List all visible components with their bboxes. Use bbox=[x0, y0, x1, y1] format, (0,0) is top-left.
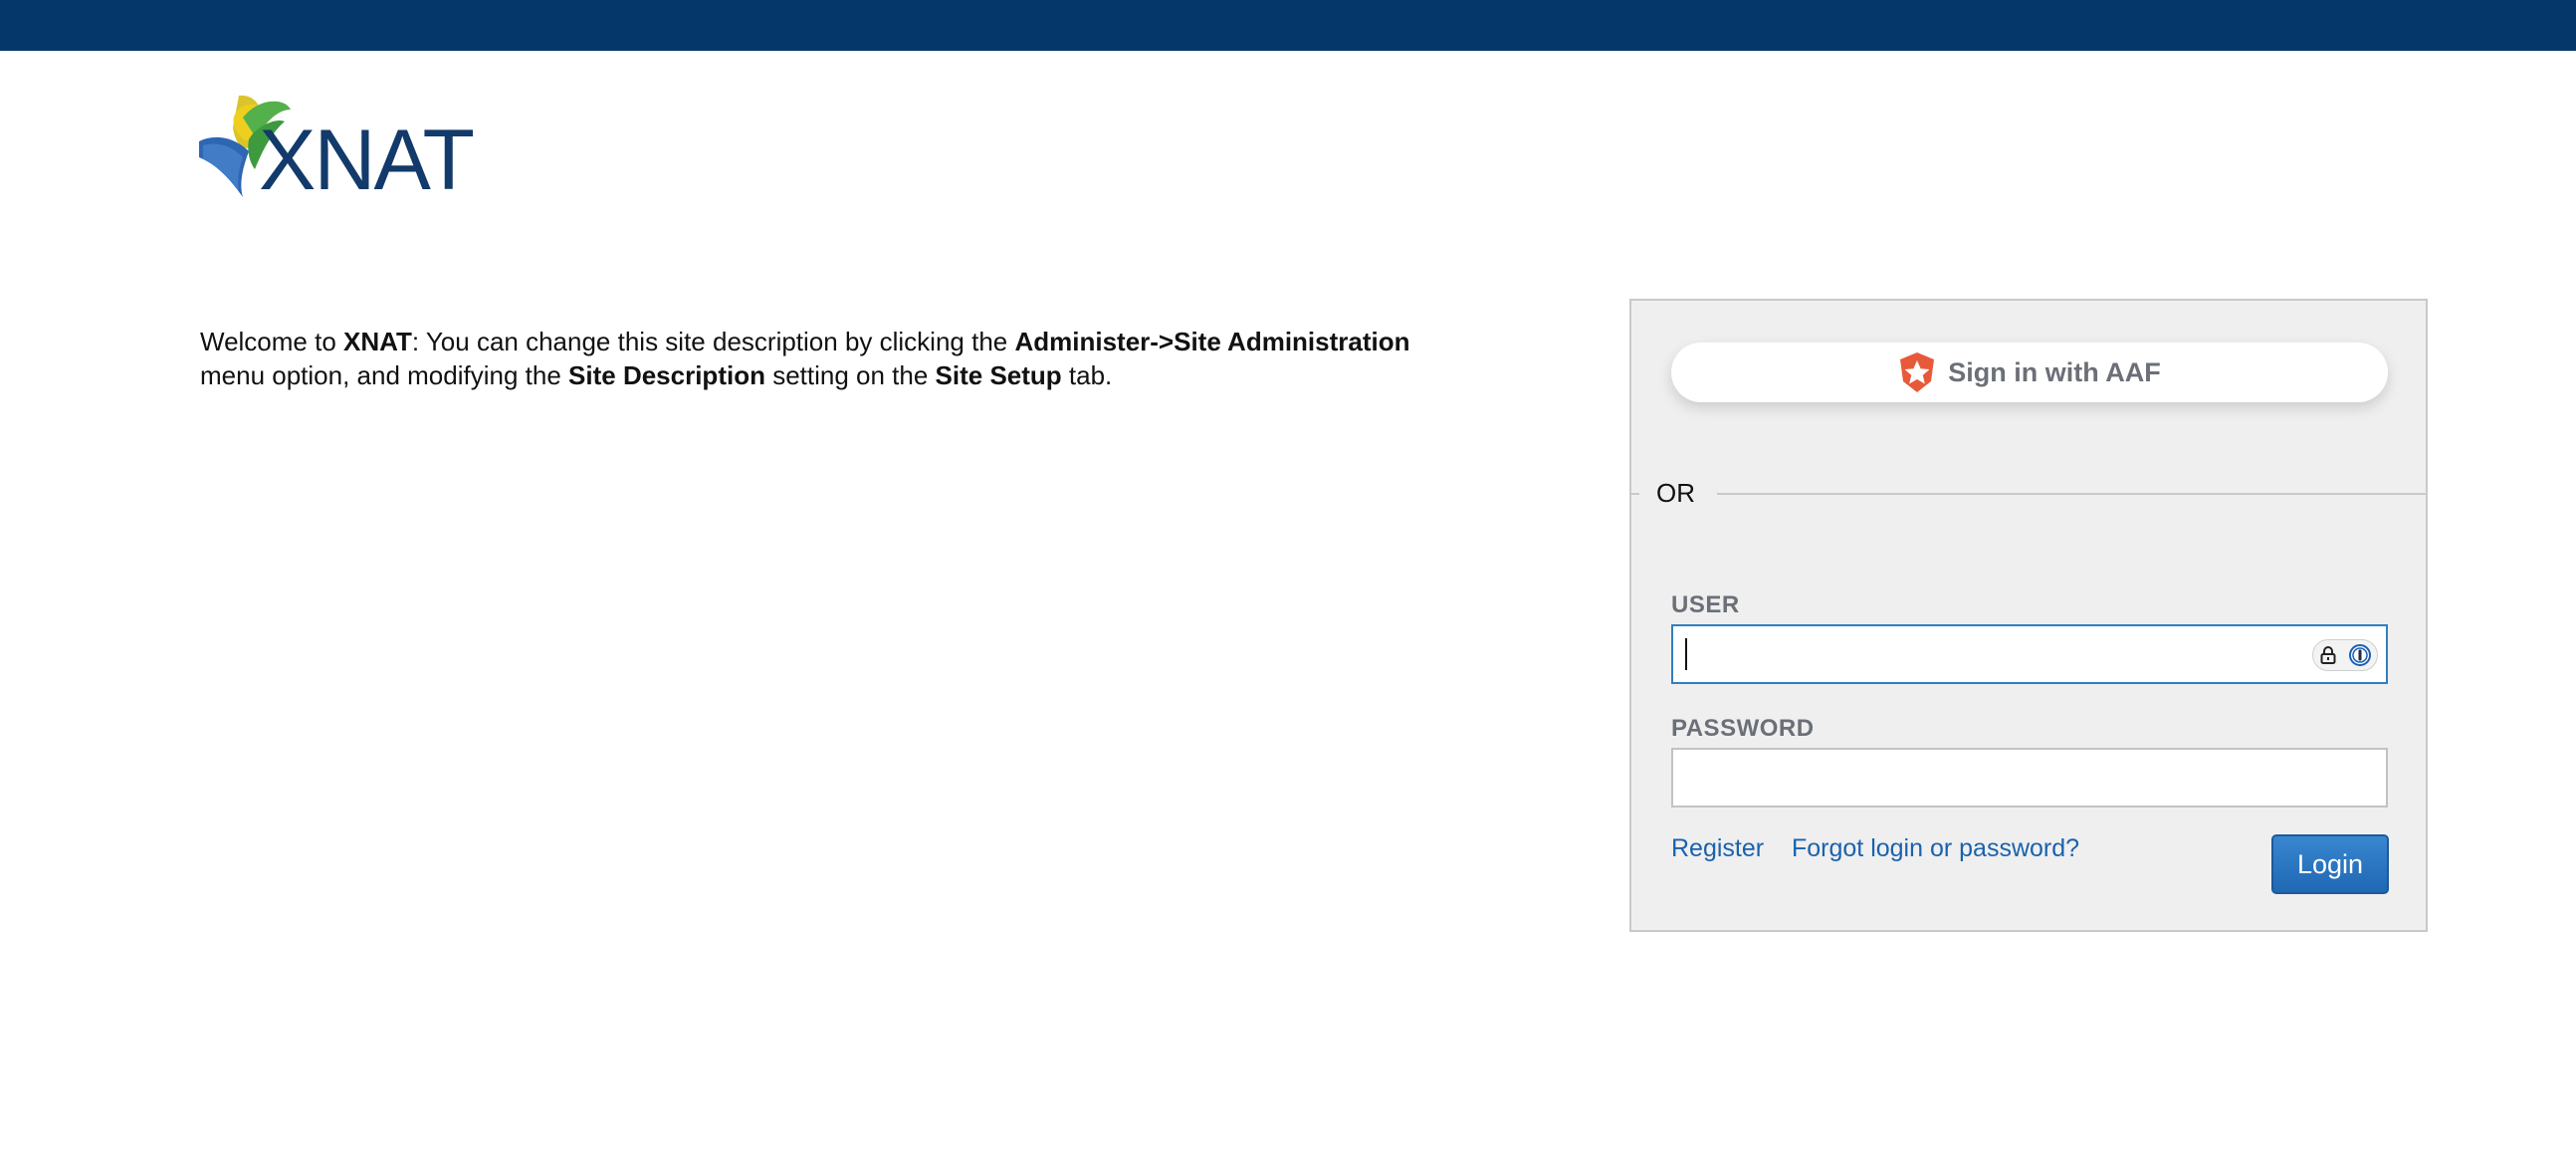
welcome-app-name: XNAT bbox=[343, 327, 412, 356]
text-cursor bbox=[1685, 638, 1687, 670]
welcome-menu-path: Administer->Site Administration bbox=[1014, 327, 1410, 356]
divider-line-left bbox=[1631, 493, 1639, 495]
welcome-text-4: setting on the bbox=[764, 360, 936, 390]
password-input[interactable] bbox=[1671, 748, 2388, 808]
welcome-text-3: menu option, and modifying the bbox=[200, 360, 569, 390]
divider-line-right bbox=[1717, 493, 2426, 495]
password-manager-button[interactable] bbox=[2312, 639, 2378, 671]
sign-in-with-aaf-button[interactable]: Sign in with AAF bbox=[1671, 343, 2388, 402]
user-label: USER bbox=[1671, 591, 1740, 618]
welcome-text-1: Welcome to bbox=[200, 327, 344, 356]
xnat-logo-text: XNAT bbox=[259, 113, 473, 199]
welcome-text-5: tab. bbox=[1061, 360, 1113, 390]
welcome-text-2: : You can change this site description b… bbox=[411, 327, 1015, 356]
password-label: PASSWORD bbox=[1671, 715, 1815, 742]
aaf-button-label: Sign in with AAF bbox=[1948, 356, 2161, 387]
welcome-setting-name: Site Description bbox=[568, 360, 765, 390]
login-panel: Sign in with AAF OR USER PASSWORD Regist… bbox=[1629, 299, 2428, 932]
top-banner bbox=[0, 0, 2576, 51]
aaf-star-shield-icon bbox=[1900, 352, 1935, 392]
xnat-logo[interactable]: XNAT bbox=[199, 88, 478, 199]
login-button[interactable]: Login bbox=[2271, 834, 2389, 894]
lock-icon bbox=[2320, 646, 2336, 664]
site-description: Welcome to XNAT: You can change this sit… bbox=[200, 325, 1494, 392]
register-link[interactable]: Register bbox=[1671, 834, 1764, 863]
1password-icon bbox=[2349, 644, 2371, 666]
or-label: OR bbox=[1656, 478, 1695, 508]
welcome-tab-name: Site Setup bbox=[935, 360, 1062, 390]
username-input[interactable] bbox=[1671, 624, 2388, 684]
or-divider: OR bbox=[1631, 476, 2426, 510]
forgot-password-link[interactable]: Forgot login or password? bbox=[1792, 834, 2079, 863]
